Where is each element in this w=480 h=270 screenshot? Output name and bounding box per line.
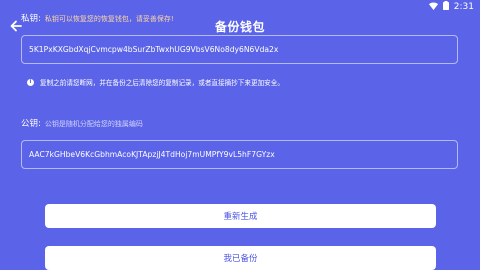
public-key-label-row: 公钥: 公钥是随机分配给您的独属编码	[21, 117, 143, 129]
private-key-field[interactable]: 5K1PxKXGbdXqjCvmcpw4bSurZbTwxhUG9VbsV6No…	[21, 35, 458, 64]
public-key-hint: 公钥是随机分配给您的独属编码	[44, 120, 143, 128]
copy-notice-text: 复制之前请您断网，并在备份之后清除您的复制记录，或者直接摘抄下来更加安全。	[40, 79, 284, 87]
private-key-value[interactable]: 5K1PxKXGbdXqjCvmcpw4bSurZbTwxhUG9VbsV6No…	[29, 45, 278, 54]
private-key-warning: 私钥可以恢复您的恢复钱包，请妥善保存!	[44, 15, 174, 23]
private-key-label-row: 私钥: 私钥可以恢复您的恢复钱包，请妥善保存!	[21, 12, 174, 24]
clock-time: 2:31	[453, 2, 474, 12]
backed-up-button[interactable]: 我已备份	[45, 246, 436, 270]
battery-icon	[442, 1, 449, 13]
backup-wallet-screen: 2:31 备份钱包 私钥: 私钥可以恢复您的恢复钱包，请妥善保存! 5K1PxK…	[0, 0, 480, 270]
private-key-label: 私钥:	[21, 14, 41, 24]
public-key-label: 公钥:	[21, 119, 41, 129]
info-icon: i	[27, 78, 34, 86]
public-key-value[interactable]: AAC7kGHbeV6KcGbhmAcoKJTApzjJ4TdHoj7mUMPf…	[29, 150, 275, 159]
regenerate-button[interactable]: 重新生成	[45, 204, 436, 228]
copy-notice: i 复制之前请您断网，并在备份之后清除您的复制记录，或者直接摘抄下来更加安全。	[27, 77, 284, 87]
wifi-icon	[428, 2, 438, 13]
public-key-field[interactable]: AAC7kGHbeV6KcGbhmAcoKJTApzjJ4TdHoj7mUMPf…	[21, 140, 458, 169]
status-icons: 2:31	[428, 1, 474, 13]
